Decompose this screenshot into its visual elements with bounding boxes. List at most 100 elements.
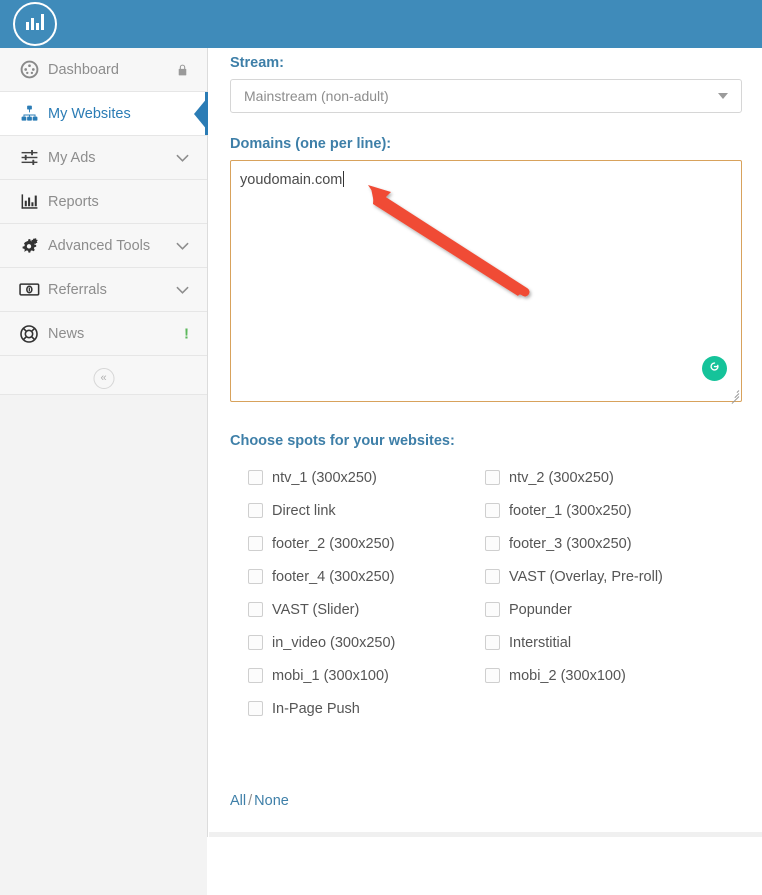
checkbox-icon[interactable] bbox=[248, 635, 263, 650]
spot-checkbox-footer-1[interactable]: footer_1 (300x250) bbox=[485, 503, 745, 519]
spot-label: footer_2 (300x250) bbox=[272, 535, 395, 552]
checkbox-icon[interactable] bbox=[485, 668, 500, 683]
domains-text: youdomain.com bbox=[240, 172, 343, 188]
sidebar-item-my-ads[interactable]: My Ads bbox=[0, 136, 207, 180]
sidebar-item-label: Advanced Tools bbox=[48, 237, 151, 254]
checkbox-icon[interactable] bbox=[485, 635, 500, 650]
active-pointer-icon bbox=[194, 96, 208, 131]
chevron-down-icon bbox=[718, 93, 728, 99]
checkbox-icon[interactable] bbox=[485, 569, 500, 584]
domains-textarea[interactable]: youdomain.com bbox=[230, 160, 742, 404]
spot-checkbox-mobi-1[interactable]: mobi_1 (300x100) bbox=[248, 668, 485, 684]
spot-checkbox-popunder[interactable]: Popunder bbox=[485, 602, 745, 618]
sidebar-item-label: My Websites bbox=[48, 105, 131, 122]
logo-bars bbox=[15, 4, 55, 44]
spot-row: mobi_1 (300x100) mobi_2 (300x100) bbox=[248, 659, 748, 692]
spot-label: In-Page Push bbox=[272, 700, 360, 717]
sidebar-item-reports[interactable]: Reports bbox=[0, 180, 207, 224]
resize-handle-icon[interactable] bbox=[728, 388, 740, 404]
spots-checkbox-grid: ntv_1 (300x250) ntv_2 (300x250) Direct l… bbox=[248, 461, 748, 725]
checkbox-icon[interactable] bbox=[248, 470, 263, 485]
stream-label: Stream: bbox=[230, 55, 284, 71]
spot-row: in_video (300x250) Interstitial bbox=[248, 626, 748, 659]
bar-chart-logo-icon[interactable] bbox=[13, 2, 57, 46]
spot-label: footer_1 (300x250) bbox=[509, 502, 632, 519]
spot-checkbox-footer-4[interactable]: footer_4 (300x250) bbox=[248, 569, 485, 585]
spot-checkbox-direct-link[interactable]: Direct link bbox=[248, 503, 485, 519]
spot-checkbox-in-page-push[interactable]: In-Page Push bbox=[248, 701, 485, 717]
spot-label: Popunder bbox=[509, 601, 572, 618]
stream-select[interactable]: Mainstream (non-adult) bbox=[230, 79, 742, 113]
select-all-link[interactable]: All bbox=[230, 793, 246, 809]
alert-badge-icon: ! bbox=[184, 325, 189, 342]
app-header bbox=[0, 0, 762, 48]
spot-label: Direct link bbox=[272, 502, 336, 519]
spot-checkbox-vast-slider[interactable]: VAST (Slider) bbox=[248, 602, 485, 618]
spot-label: in_video (300x250) bbox=[272, 634, 396, 651]
select-separator: / bbox=[248, 793, 253, 809]
checkbox-icon[interactable] bbox=[248, 602, 263, 617]
sidebar-collapse-row: « bbox=[0, 356, 207, 395]
spot-label: VAST (Overlay, Pre-roll) bbox=[509, 568, 663, 585]
spot-row: footer_2 (300x250) footer_3 (300x250) bbox=[248, 527, 748, 560]
chevron-down-icon[interactable] bbox=[176, 154, 189, 162]
sidebar-collapse-button[interactable]: « bbox=[93, 368, 114, 389]
checkbox-icon[interactable] bbox=[248, 668, 263, 683]
sidebar-item-dashboard[interactable]: Dashboard bbox=[0, 48, 207, 92]
life-ring-icon bbox=[14, 324, 44, 344]
spot-label: VAST (Slider) bbox=[272, 601, 360, 618]
select-none-link[interactable]: None bbox=[254, 793, 289, 809]
spot-label: mobi_2 (300x100) bbox=[509, 667, 626, 684]
sidebar-item-my-websites[interactable]: My Websites bbox=[0, 92, 208, 136]
sidebar-item-label: My Ads bbox=[48, 149, 96, 166]
domains-label: Domains (one per line): bbox=[230, 136, 392, 152]
sidebar-item-referrals[interactable]: Referrals bbox=[0, 268, 207, 312]
chevron-down-icon[interactable] bbox=[176, 242, 189, 250]
sidebar-empty-area bbox=[0, 395, 207, 895]
spot-checkbox-footer-3[interactable]: footer_3 (300x250) bbox=[485, 536, 745, 552]
content-bottom-strip bbox=[209, 832, 762, 837]
grammarly-refresh-icon[interactable] bbox=[702, 356, 727, 381]
domains-textarea-value: youdomain.com bbox=[240, 171, 345, 188]
money-bill-icon bbox=[14, 280, 44, 299]
sidebar: Dashboard My Websites My Ads Reports Adv… bbox=[0, 48, 208, 895]
sidebar-item-label: Reports bbox=[48, 193, 99, 210]
bar-chart-icon bbox=[14, 192, 44, 211]
spot-checkbox-ntv-2[interactable]: ntv_2 (300x250) bbox=[485, 470, 745, 486]
dashboard-gauge-icon bbox=[14, 60, 44, 79]
checkbox-icon[interactable] bbox=[248, 701, 263, 716]
stream-select-value: Mainstream (non-adult) bbox=[244, 88, 389, 104]
spot-label: ntv_1 (300x250) bbox=[272, 469, 377, 486]
select-all-none: All / None bbox=[230, 793, 289, 809]
spot-checkbox-mobi-2[interactable]: mobi_2 (300x100) bbox=[485, 668, 745, 684]
checkbox-icon[interactable] bbox=[248, 536, 263, 551]
checkbox-icon[interactable] bbox=[248, 569, 263, 584]
text-cursor bbox=[343, 171, 345, 187]
spots-label: Choose spots for your websites: bbox=[230, 433, 455, 449]
checkbox-icon[interactable] bbox=[248, 503, 263, 518]
sidebar-item-label: Referrals bbox=[48, 281, 107, 298]
chevron-down-icon[interactable] bbox=[176, 286, 189, 294]
spot-label: footer_3 (300x250) bbox=[509, 535, 632, 552]
sidebar-item-label: News bbox=[48, 325, 85, 342]
checkbox-icon[interactable] bbox=[485, 536, 500, 551]
spot-checkbox-ntv-1[interactable]: ntv_1 (300x250) bbox=[248, 470, 485, 486]
sidebar-item-advanced-tools[interactable]: Advanced Tools bbox=[0, 224, 207, 268]
cogs-icon bbox=[14, 236, 44, 256]
spot-label: Interstitial bbox=[509, 634, 572, 651]
checkbox-icon[interactable] bbox=[485, 602, 500, 617]
checkbox-icon[interactable] bbox=[485, 470, 500, 485]
sliders-icon bbox=[14, 148, 44, 167]
spot-label: footer_4 (300x250) bbox=[272, 568, 395, 585]
spot-row: ntv_1 (300x250) ntv_2 (300x250) bbox=[248, 461, 748, 494]
spot-row: VAST (Slider) Popunder bbox=[248, 593, 748, 626]
spot-row: Direct link footer_1 (300x250) bbox=[248, 494, 748, 527]
spot-checkbox-footer-2[interactable]: footer_2 (300x250) bbox=[248, 536, 485, 552]
spot-checkbox-interstitial[interactable]: Interstitial bbox=[485, 635, 745, 651]
sidebar-item-news[interactable]: News ! bbox=[0, 312, 207, 356]
lock-icon bbox=[176, 62, 189, 77]
checkbox-icon[interactable] bbox=[485, 503, 500, 518]
spot-checkbox-in-video[interactable]: in_video (300x250) bbox=[248, 635, 485, 651]
spot-checkbox-vast-overlay-preroll[interactable]: VAST (Overlay, Pre-roll) bbox=[485, 569, 745, 585]
spot-label: ntv_2 (300x250) bbox=[509, 469, 614, 486]
